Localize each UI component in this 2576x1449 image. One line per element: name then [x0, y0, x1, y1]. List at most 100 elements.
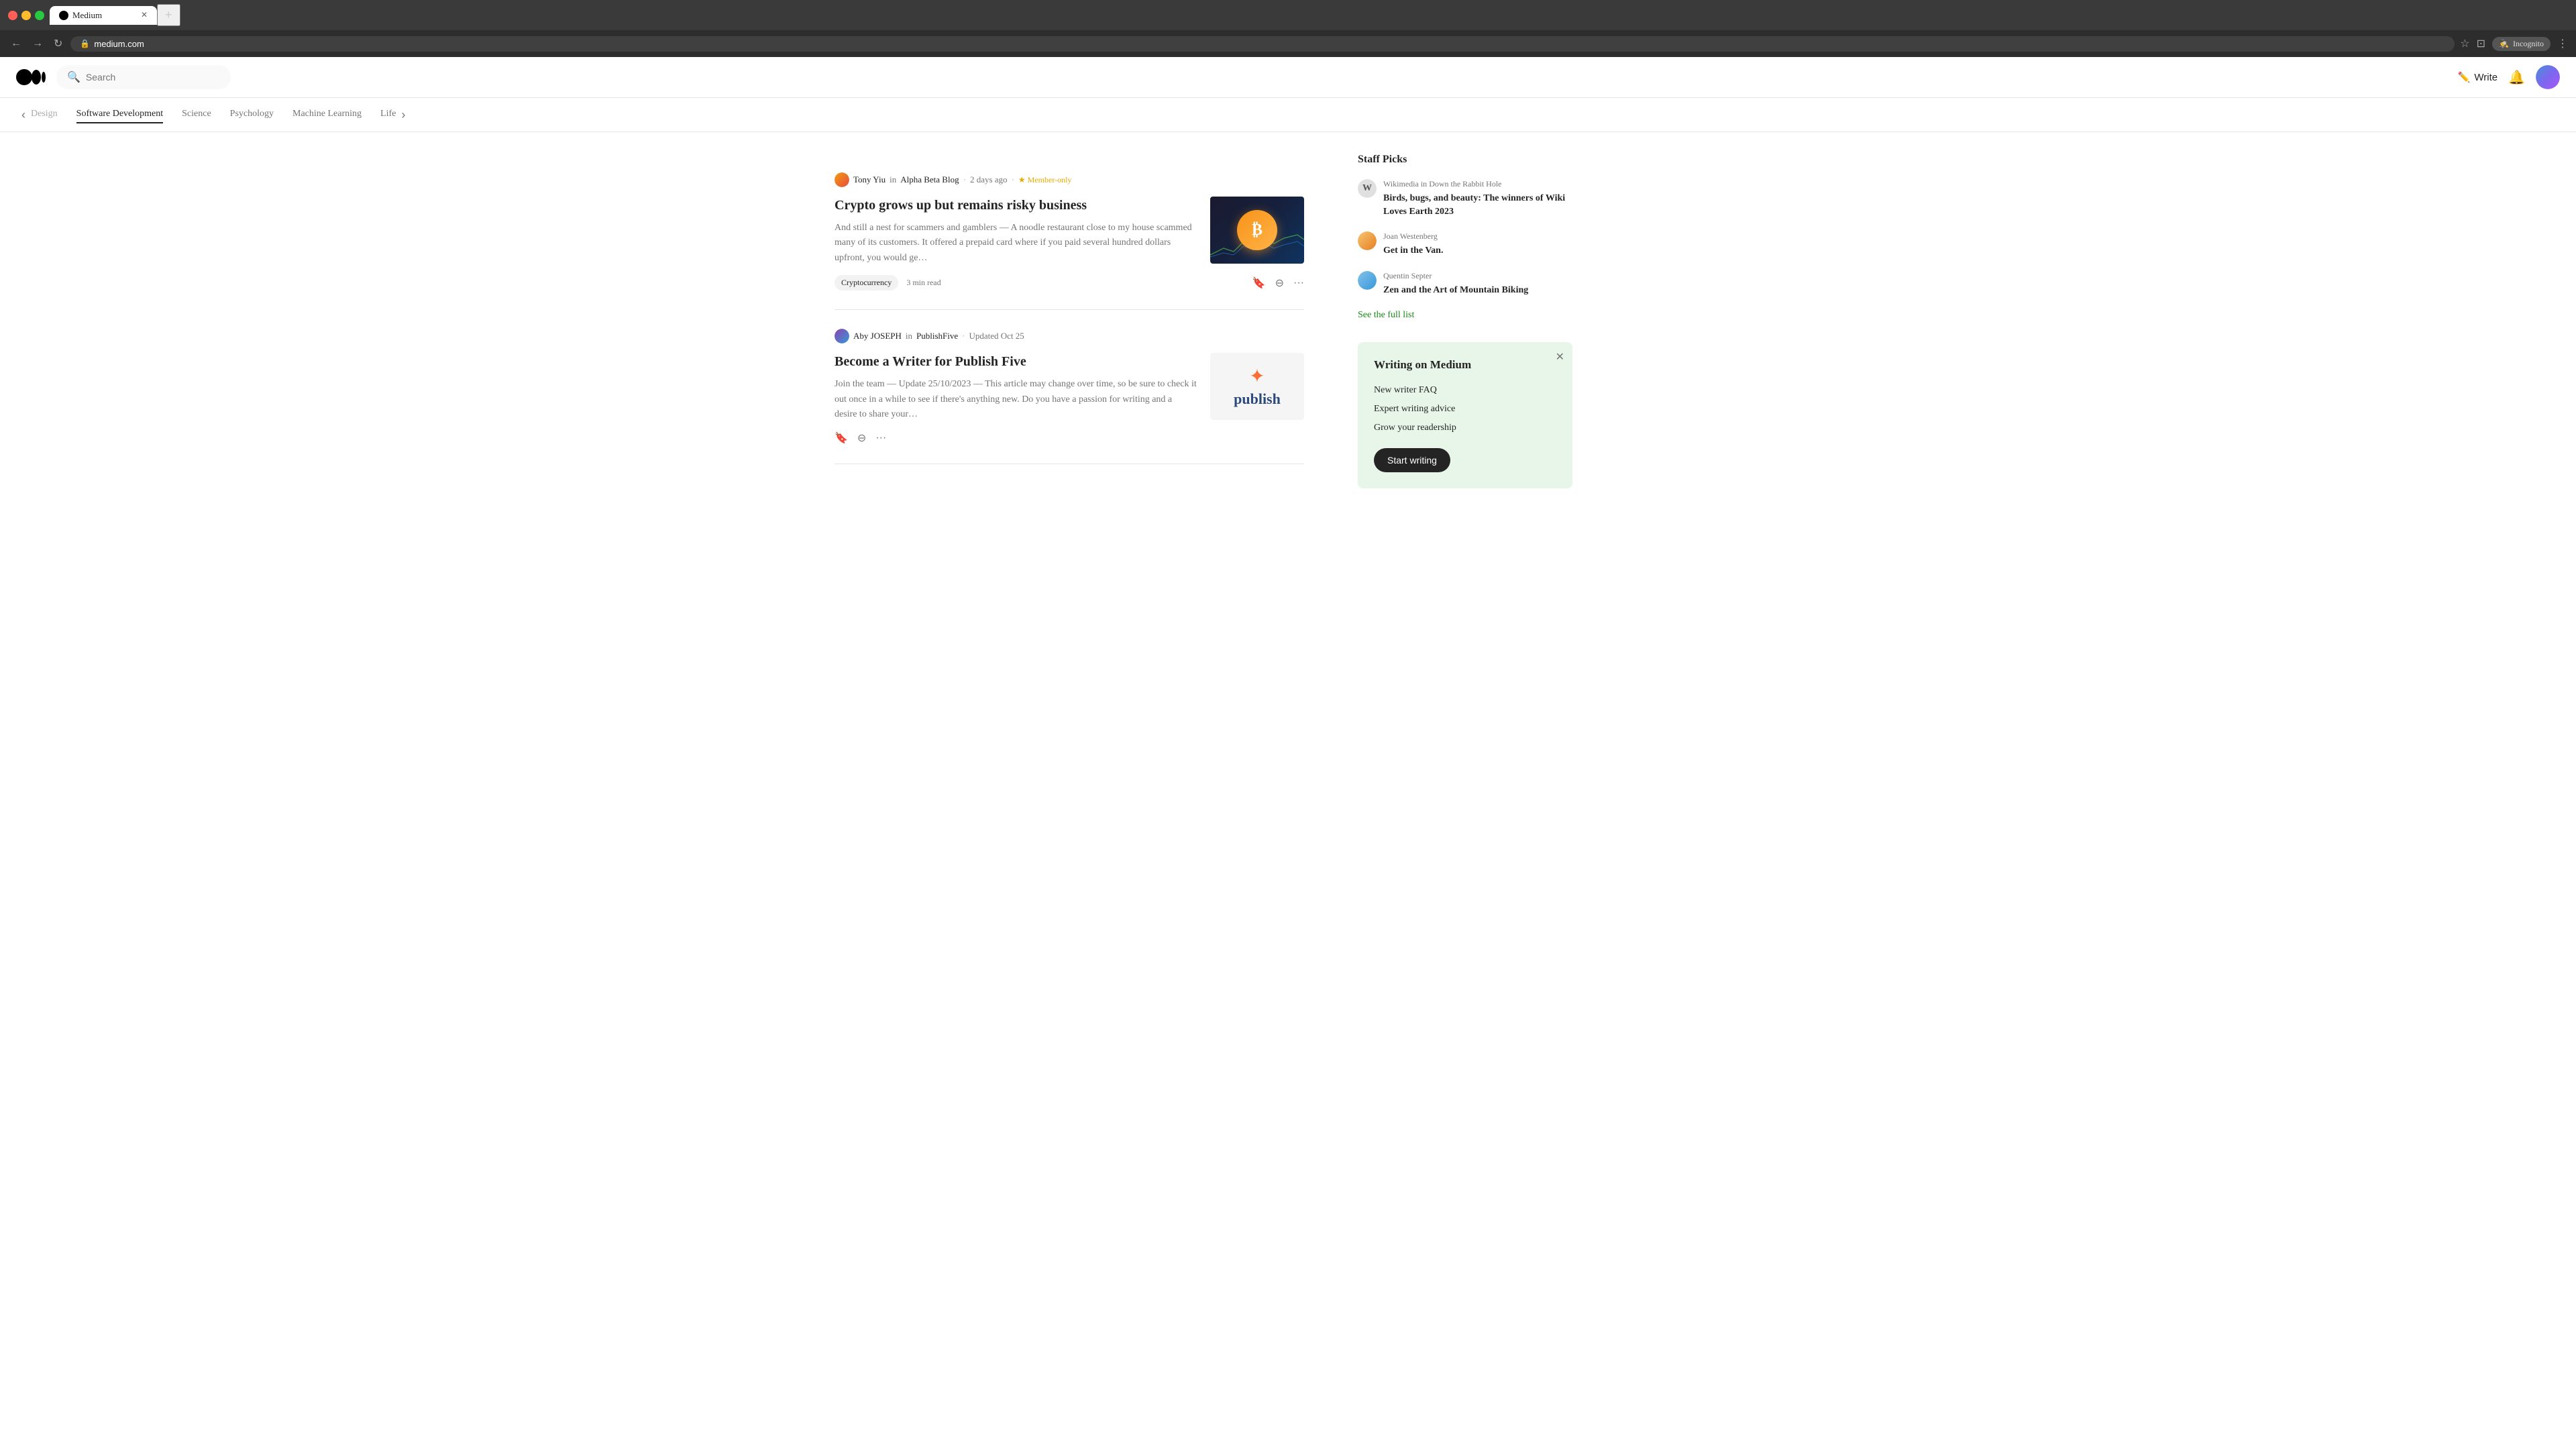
more-options-icon[interactable]: ⋮: [2557, 37, 2568, 50]
sp-content: Quentin Septer Zen and the Art of Mounta…: [1383, 271, 1572, 297]
writing-card-close-button[interactable]: ✕: [1556, 350, 1564, 364]
notifications-button[interactable]: 🔔: [2508, 69, 2525, 86]
medium-navbar: 🔍 ✏️ Write 🔔: [0, 57, 2576, 98]
back-button[interactable]: ←: [8, 35, 24, 52]
search-input[interactable]: [86, 72, 193, 83]
lock-icon: 🔒: [80, 39, 90, 49]
author-in-label: in: [890, 174, 896, 185]
category-design[interactable]: Design: [31, 106, 58, 123]
save-article-button[interactable]: 🔖: [835, 431, 848, 445]
sp-avatar: W: [1358, 179, 1377, 198]
meta-separator: ·: [963, 174, 966, 185]
hide-article-button[interactable]: ⊖: [857, 431, 866, 445]
category-machine-learning[interactable]: Machine Learning: [292, 106, 362, 123]
publication-name[interactable]: Alpha Beta Blog: [900, 174, 959, 185]
sp-title[interactable]: Zen and the Art of Mountain Biking: [1383, 284, 1572, 297]
staff-pick-item: Joan Westenberg Get in the Van.: [1358, 231, 1572, 258]
category-life[interactable]: Life: [380, 106, 396, 123]
nav-actions: ☆ ⊡ 🕵️ Incognito ⋮: [2460, 37, 2568, 51]
writing-card-title: Writing on Medium: [1374, 358, 1556, 372]
author-name[interactable]: Aby JOSEPH: [853, 331, 902, 341]
article-meta: Aby JOSEPH in PublishFive · Updated Oct …: [835, 329, 1304, 343]
article-card: Aby JOSEPH in PublishFive · Updated Oct …: [835, 310, 1304, 464]
article-title[interactable]: Become a Writer for Publish Five: [835, 353, 1197, 370]
reload-button[interactable]: ↻: [51, 34, 65, 53]
sp-title[interactable]: Get in the Van.: [1383, 244, 1572, 258]
new-writer-faq-link[interactable]: New writer FAQ: [1374, 385, 1556, 396]
author-in-label: in: [906, 331, 912, 341]
category-science[interactable]: Science: [182, 106, 211, 123]
expert-writing-advice-link[interactable]: Expert writing advice: [1374, 404, 1556, 415]
split-view-icon[interactable]: ⊡: [2477, 37, 2485, 50]
sidebar: Staff Picks W Wikimedia in Down the Rabb…: [1358, 154, 1572, 488]
meta-separator-2: ·: [1012, 174, 1014, 185]
window-maximize-button[interactable]: [35, 11, 44, 20]
publication-name[interactable]: PublishFive: [916, 331, 958, 341]
article-card: Tony Yiu in Alpha Beta Blog · 2 days ago…: [835, 154, 1304, 310]
window-minimize-button[interactable]: [21, 11, 31, 20]
sp-pub-name[interactable]: Down the Rabbit Hole: [1429, 179, 1501, 189]
writing-on-medium-card: ✕ Writing on Medium New writer FAQ Exper…: [1358, 342, 1572, 488]
read-time: 3 min read: [906, 278, 941, 288]
browser-navbar: ← → ↻ 🔒 ☆ ⊡ 🕵️ Incognito ⋮: [0, 30, 2576, 57]
article-body: Crypto grows up but remains risky busine…: [835, 197, 1304, 266]
article-title[interactable]: Crypto grows up but remains risky busine…: [835, 197, 1197, 214]
article-actions: 🔖 ⊖ ···: [835, 431, 886, 445]
sp-title[interactable]: Birds, bugs, and beauty: The winners of …: [1383, 192, 1572, 218]
medium-logo[interactable]: [16, 68, 46, 87]
member-badge: ★ Member-only: [1018, 175, 1072, 185]
staff-pick-item: W Wikimedia in Down the Rabbit Hole Bird…: [1358, 179, 1572, 218]
grow-readership-link[interactable]: Grow your readership: [1374, 423, 1556, 433]
more-options-button[interactable]: ···: [875, 432, 886, 444]
main-layout: Tony Yiu in Alpha Beta Blog · 2 days ago…: [818, 132, 1758, 510]
bookmark-star-icon[interactable]: ☆: [2460, 37, 2469, 50]
sp-author-name[interactable]: Joan Westenberg: [1383, 231, 1438, 241]
category-psychology[interactable]: Psychology: [230, 106, 274, 123]
category-next-button[interactable]: ›: [396, 108, 411, 122]
user-avatar[interactable]: [2536, 65, 2560, 89]
article-thumbnail: ₿: [1210, 197, 1304, 264]
time-ago: 2 days ago: [970, 174, 1008, 185]
article-excerpt: And still a nest for scammers and gamble…: [835, 221, 1197, 266]
new-tab-button[interactable]: +: [157, 4, 180, 26]
medium-app: 🔍 ✏️ Write 🔔 ‹ Design Software Developme…: [0, 57, 2576, 1426]
incognito-badge: 🕵️ Incognito: [2492, 37, 2551, 51]
sp-avatar: [1358, 231, 1377, 250]
save-article-button[interactable]: 🔖: [1252, 276, 1266, 290]
article-tag[interactable]: Cryptocurrency: [835, 275, 898, 290]
more-options-button[interactable]: ···: [1293, 277, 1304, 289]
time-ago: Updated Oct 25: [969, 331, 1024, 341]
address-bar[interactable]: 🔒: [70, 36, 2455, 52]
tab-title: Medium: [72, 10, 102, 21]
write-button[interactable]: ✏️ Write: [2458, 71, 2498, 83]
sp-author-line: Joan Westenberg: [1383, 231, 1572, 241]
meta-separator: ·: [962, 331, 965, 341]
bitcoin-icon: ₿: [1237, 210, 1277, 250]
sp-author-name[interactable]: Quentin Septer: [1383, 271, 1432, 280]
search-bar[interactable]: 🔍: [56, 65, 231, 89]
active-tab[interactable]: Medium ✕: [50, 6, 157, 25]
sp-author-name[interactable]: Wikimedia: [1383, 179, 1419, 189]
browser-chrome: Medium ✕ + ← → ↻ 🔒 ☆ ⊡ 🕵️ Incognito ⋮: [0, 0, 2576, 57]
article-thumbnail: ✦ publish: [1210, 353, 1304, 420]
article-text: Crypto grows up but remains risky busine…: [835, 197, 1197, 266]
author-name[interactable]: Tony Yiu: [853, 174, 885, 185]
author-avatar: [835, 172, 849, 187]
tab-close-icon[interactable]: ✕: [141, 10, 148, 20]
article-actions: 🔖 ⊖ ···: [1252, 276, 1304, 290]
start-writing-button[interactable]: Start writing: [1374, 448, 1450, 472]
category-prev-button[interactable]: ‹: [16, 108, 31, 122]
window-close-button[interactable]: [8, 11, 17, 20]
see-full-list-link[interactable]: See the full list: [1358, 310, 1572, 321]
category-software-dev[interactable]: Software Development: [76, 106, 163, 123]
star-icon: ★: [1018, 175, 1026, 185]
hide-article-button[interactable]: ⊖: [1275, 276, 1284, 290]
article-body: Become a Writer for Publish Five Join th…: [835, 353, 1304, 422]
medium-logo-svg: [16, 68, 46, 87]
forward-button[interactable]: →: [30, 35, 46, 52]
write-icon: ✏️: [2458, 71, 2471, 83]
url-input[interactable]: [94, 39, 2445, 49]
write-label: Write: [2474, 72, 2498, 83]
article-meta: Tony Yiu in Alpha Beta Blog · 2 days ago…: [835, 172, 1304, 187]
staff-pick-item: Quentin Septer Zen and the Art of Mounta…: [1358, 271, 1572, 297]
